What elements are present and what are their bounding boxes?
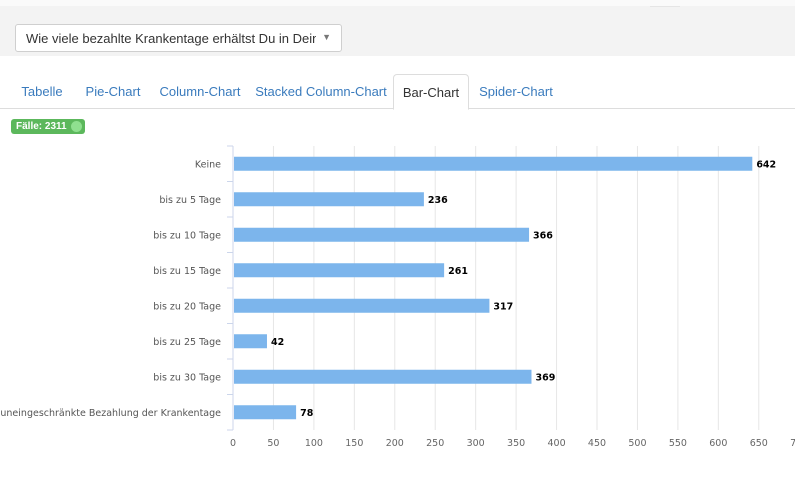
x-tick-label: 700 bbox=[790, 438, 795, 449]
bar bbox=[234, 192, 424, 207]
category-label: Keine bbox=[195, 159, 221, 170]
category-label: bis zu 10 Tage bbox=[153, 230, 221, 241]
x-tick-label: 600 bbox=[709, 438, 727, 449]
category-label: bis zu 30 Tage bbox=[153, 372, 221, 383]
x-tick-label: 100 bbox=[305, 438, 323, 449]
bar bbox=[234, 298, 490, 313]
x-tick-label: 0 bbox=[230, 438, 236, 449]
data-label: 236 bbox=[428, 195, 448, 206]
data-label: 642 bbox=[756, 159, 776, 170]
x-tick-label: 450 bbox=[588, 438, 606, 449]
x-tick-label: 400 bbox=[547, 438, 565, 449]
category-label: bis zu 15 Tage bbox=[153, 266, 221, 277]
data-label: 261 bbox=[448, 266, 468, 277]
x-tick-label: 150 bbox=[345, 438, 363, 449]
x-tick-label: 650 bbox=[750, 438, 768, 449]
bar bbox=[234, 263, 445, 278]
category-label: bis zu 25 Tage bbox=[153, 337, 221, 348]
bar bbox=[234, 156, 753, 171]
data-label: 78 bbox=[300, 408, 314, 419]
x-tick-label: 200 bbox=[386, 438, 404, 449]
data-label: 369 bbox=[535, 372, 555, 383]
category-label: uneingeschränkte Bezahlung der Krankenta… bbox=[0, 408, 221, 419]
data-label: 366 bbox=[533, 230, 553, 241]
bar bbox=[234, 369, 532, 384]
category-label: bis zu 20 Tage bbox=[153, 301, 221, 312]
bar bbox=[234, 227, 530, 242]
x-tick-label: 300 bbox=[467, 438, 485, 449]
data-label: 42 bbox=[271, 337, 284, 348]
x-tick-label: 500 bbox=[628, 438, 646, 449]
bar-chart: 0 50 100 150 200 250 300 350 400 450 500 550 600 650 7… bbox=[0, 145, 795, 449]
x-tick-label: 250 bbox=[426, 438, 444, 449]
x-tick-label: 50 bbox=[267, 438, 279, 449]
x-tick-label: 550 bbox=[669, 438, 687, 449]
x-tick-label: 350 bbox=[507, 438, 525, 449]
category-label: bis zu 5 Tage bbox=[159, 195, 221, 206]
bar bbox=[234, 405, 297, 420]
data-label: 317 bbox=[493, 301, 513, 312]
bar bbox=[234, 334, 267, 349]
